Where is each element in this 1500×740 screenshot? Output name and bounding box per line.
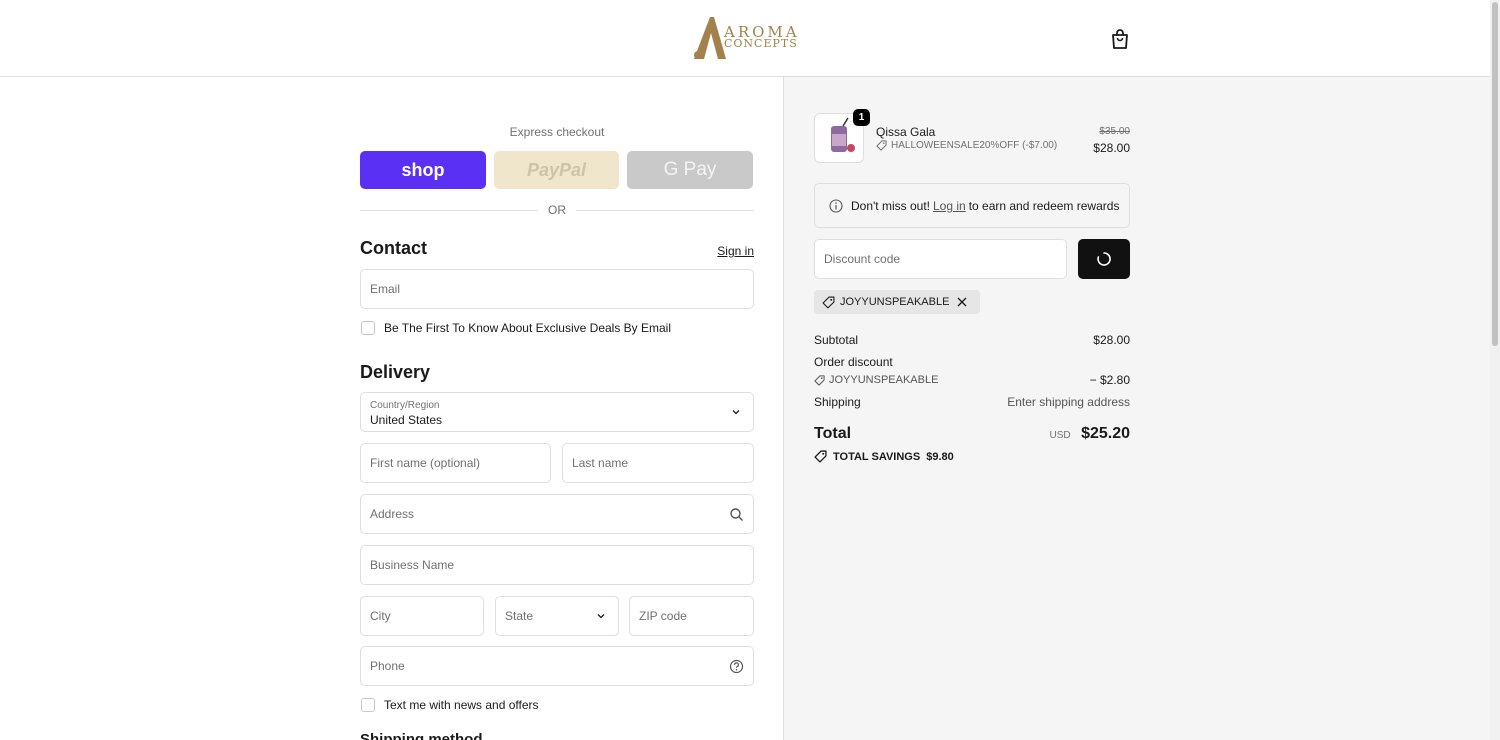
city-input[interactable] [361, 597, 483, 635]
chevron-down-icon [597, 614, 605, 619]
address-input[interactable] [361, 495, 753, 533]
discount-code-input[interactable] [815, 240, 1066, 278]
remove-discount-button[interactable] [957, 297, 972, 307]
business-name-input[interactable] [361, 546, 753, 584]
tag-icon [822, 296, 835, 308]
site-header: AROMA CONCEPTS [0, 0, 1490, 77]
product-thumbnail: 1 [814, 109, 870, 163]
help-circle-icon[interactable] [729, 659, 744, 674]
tag-icon [814, 450, 827, 463]
order-discount-code-line: JOYYUNSPEAKABLE [814, 373, 938, 387]
info-icon [829, 198, 843, 213]
applied-discount-code: JOYYUNSPEAKABLE [840, 296, 950, 308]
search-icon [730, 508, 743, 521]
order-discount-code: JOYYUNSPEAKABLE [829, 374, 939, 386]
total-label: Total [814, 425, 852, 442]
sms-checkbox[interactable] [361, 698, 375, 712]
subtotal-row: Subtotal $28.00 [814, 333, 1130, 347]
logo-wordmark: AROMA CONCEPTS [724, 25, 800, 50]
delivery-heading: Delivery [360, 362, 431, 382]
email-field[interactable] [360, 269, 754, 309]
applied-discount-chip: JOYYUNSPEAKABLE [814, 290, 981, 314]
logo-line-2: CONCEPTS [724, 37, 798, 50]
shipping-value: Enter shipping address [1007, 395, 1130, 409]
order-discount-detail-row: JOYYUNSPEAKABLE − $2.80 [814, 373, 1130, 387]
country-label: Country/Region [370, 400, 440, 411]
paypal-button[interactable]: PayPal [494, 151, 619, 189]
zip-field[interactable] [629, 596, 754, 636]
country-value: United States [370, 413, 443, 427]
loading-spinner-icon [1097, 252, 1111, 266]
shopping-bag-icon[interactable] [1108, 27, 1132, 51]
subtotal-value: $28.00 [1093, 333, 1130, 347]
last-name-field[interactable] [562, 443, 754, 483]
product-price-original: $35.00 [1099, 126, 1130, 137]
rewards-prefix: Don't miss out! [851, 198, 930, 213]
shipping-method-heading: Shipping method [360, 731, 483, 740]
chevron-down-icon [732, 410, 740, 415]
last-name-input[interactable] [563, 444, 753, 482]
email-input[interactable] [361, 270, 753, 308]
sms-label: Text me with news and offers [384, 698, 539, 712]
order-discount-row: Order discount [814, 355, 1130, 369]
rewards-login-link[interactable]: Log in [933, 199, 966, 213]
subtotal-label: Subtotal [814, 333, 859, 347]
page-scrollbar[interactable] [1490, 0, 1500, 740]
product-name: Qissa Gala [876, 125, 936, 139]
newsletter-checkbox-row[interactable]: Be The First To Know About Exclusive Dea… [361, 321, 671, 335]
total-savings-value: $9.80 [926, 450, 954, 463]
newsletter-label: Be The First To Know About Exclusive Dea… [384, 321, 672, 335]
sign-in-link[interactable]: Sign in [717, 244, 754, 258]
total-savings-label: TOTAL SAVINGS [833, 450, 921, 463]
state-select[interactable]: State [495, 596, 619, 636]
total-savings: TOTAL SAVINGS $9.80 [814, 450, 954, 463]
order-discount-label: Order discount [814, 355, 893, 369]
total-currency: USD [1049, 430, 1071, 441]
total-row: Total USD $25.20 [814, 425, 1130, 443]
business-name-field[interactable] [360, 545, 754, 585]
contact-heading: Contact [360, 238, 427, 258]
express-checkout-title: Express checkout [509, 125, 605, 139]
or-label: OR [548, 203, 566, 217]
apply-discount-button[interactable] [1078, 239, 1130, 279]
sms-checkbox-row[interactable]: Text me with news and offers [361, 698, 539, 712]
first-name-input[interactable] [361, 444, 550, 482]
close-icon [957, 297, 967, 307]
city-field[interactable] [360, 596, 484, 636]
total-value: $25.20 [1081, 425, 1130, 442]
google-pay-button[interactable]: G Pay [627, 151, 753, 189]
address-field[interactable] [360, 494, 754, 534]
phone-input[interactable] [361, 647, 753, 685]
product-discount-label: HALLOWEENSALE20%OFF (-$7.00) [891, 140, 1058, 151]
order-discount-value: − $2.80 [1089, 373, 1130, 387]
product-price-discounted: $28.00 [1093, 141, 1130, 155]
rewards-suffix: to earn and redeem rewards [968, 198, 1120, 213]
tag-icon [876, 140, 887, 151]
shop-pay-button[interactable]: shop [360, 151, 486, 189]
phone-field[interactable] [360, 646, 754, 686]
product-discount: HALLOWEENSALE20%OFF (-$7.00) [876, 140, 1057, 151]
zip-input[interactable] [630, 597, 753, 635]
country-select[interactable]: Country/Region United States [360, 392, 754, 432]
first-name-field[interactable] [360, 443, 551, 483]
rewards-banner: Don't miss out! Log in to earn and redee… [814, 183, 1130, 228]
tag-icon [814, 374, 825, 386]
aroma-concepts-logo[interactable]: AROMA CONCEPTS [692, 14, 802, 62]
shipping-row: Shipping Enter shipping address [814, 395, 1130, 409]
newsletter-checkbox[interactable] [361, 321, 375, 335]
shipping-label: Shipping [814, 395, 861, 409]
or-divider: OR [360, 203, 754, 217]
discount-code-field[interactable] [814, 239, 1067, 279]
scrollbar-thumb[interactable] [1492, 2, 1498, 346]
quantity-badge: 1 [853, 109, 870, 126]
